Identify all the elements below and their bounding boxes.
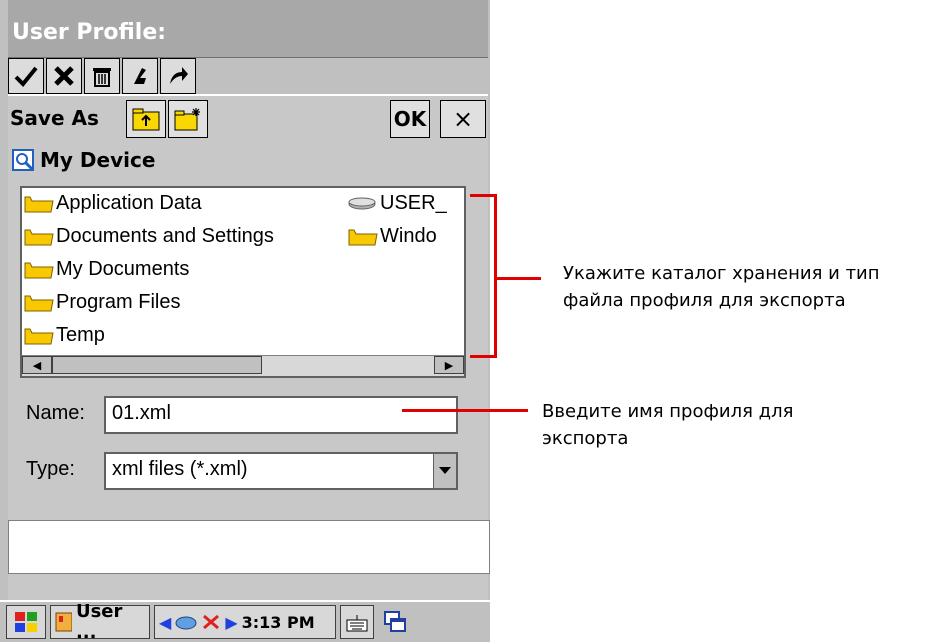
folder-item[interactable]: Documents and Settings bbox=[24, 225, 274, 248]
device-screen: User Profile: Save As OK × My Device App… bbox=[0, 0, 490, 642]
new-folder-button[interactable] bbox=[168, 100, 208, 138]
folder-up-icon bbox=[132, 108, 160, 131]
desktop-button[interactable] bbox=[378, 605, 412, 639]
type-value: xml files (*.xml) bbox=[112, 458, 248, 480]
bracket-pointer bbox=[497, 277, 541, 280]
folder-item-label: Documents and Settings bbox=[56, 225, 274, 247]
task-label: User ... bbox=[75, 601, 123, 642]
folder-up-button[interactable] bbox=[126, 100, 166, 138]
location-bar: My Device bbox=[12, 148, 155, 172]
file-list: Application Data Documents and Settings … bbox=[20, 186, 466, 378]
bracket-top bbox=[470, 194, 494, 197]
drive-item[interactable]: USER_ bbox=[348, 192, 447, 215]
delete-icon[interactable] bbox=[84, 58, 120, 94]
location-label: My Device bbox=[40, 148, 156, 172]
folder-item[interactable]: My Documents bbox=[24, 258, 189, 281]
folder-icon bbox=[24, 262, 54, 278]
check-icon[interactable] bbox=[8, 58, 44, 94]
chevron-down-icon[interactable] bbox=[433, 454, 456, 488]
folder-icon bbox=[24, 328, 54, 344]
dialog-header: Save As OK × bbox=[8, 96, 488, 142]
windows-stack-icon bbox=[384, 611, 406, 632]
name-pointer-line bbox=[402, 409, 528, 412]
keyboard-button[interactable] bbox=[340, 605, 374, 639]
import-icon[interactable] bbox=[122, 58, 158, 94]
input-panel-area bbox=[8, 520, 490, 574]
folder-icon bbox=[24, 229, 54, 245]
name-input[interactable]: 01.xml bbox=[104, 396, 458, 434]
disconnected-icon[interactable] bbox=[201, 613, 221, 631]
start-button[interactable] bbox=[6, 605, 46, 639]
tray-right-arrow-icon[interactable]: ▶ bbox=[225, 613, 237, 632]
taskbar: User ... ◀ ▶ 3:13 PM bbox=[0, 600, 490, 642]
new-folder-icon bbox=[174, 108, 200, 131]
app-icon bbox=[55, 612, 72, 632]
folder-item-label: Windo bbox=[380, 225, 437, 247]
folder-item[interactable]: Application Data bbox=[24, 192, 202, 215]
my-device-icon bbox=[12, 149, 34, 171]
scroll-thumb[interactable] bbox=[52, 356, 262, 374]
toolbar bbox=[8, 58, 198, 94]
folder-icon bbox=[348, 229, 378, 245]
folder-annotation: Укажите каталог хранения и тип файла про… bbox=[563, 263, 880, 311]
system-tray: ◀ ▶ 3:13 PM bbox=[154, 605, 336, 639]
bracket-bottom bbox=[470, 355, 494, 358]
network-icon[interactable] bbox=[175, 613, 197, 631]
close-icon[interactable] bbox=[46, 58, 82, 94]
export-icon[interactable] bbox=[160, 58, 196, 94]
dialog-title: Save As bbox=[10, 106, 99, 130]
folder-item-label: Application Data bbox=[56, 192, 202, 214]
folder-icon bbox=[24, 295, 54, 311]
scroll-left-icon[interactable]: ◀ bbox=[22, 356, 52, 374]
folder-item[interactable]: Windo bbox=[348, 225, 437, 248]
clock[interactable]: 3:13 PM bbox=[242, 613, 315, 632]
close-dialog-button[interactable]: × bbox=[440, 100, 486, 138]
window-title: User Profile: bbox=[8, 0, 488, 58]
horizontal-scrollbar[interactable]: ◀ ▶ bbox=[22, 355, 464, 376]
task-user-profile[interactable]: User ... bbox=[50, 601, 150, 642]
drive-icon bbox=[348, 197, 376, 209]
scroll-right-icon[interactable]: ▶ bbox=[434, 356, 464, 374]
drive-item-label: USER_ bbox=[380, 192, 447, 214]
folder-item-label: Temp bbox=[56, 324, 105, 346]
folder-item[interactable]: Program Files bbox=[24, 291, 180, 314]
tray-left-arrow-icon[interactable]: ◀ bbox=[159, 613, 171, 632]
windows-flag-icon bbox=[15, 612, 37, 632]
bracket-vertical bbox=[494, 194, 497, 358]
folder-item[interactable]: Temp bbox=[24, 324, 105, 347]
folder-item-label: My Documents bbox=[56, 258, 190, 280]
name-annotation: Введите имя профиля для экспорта bbox=[542, 401, 794, 449]
keyboard-icon bbox=[346, 615, 368, 632]
ok-button[interactable]: OK bbox=[390, 100, 430, 138]
type-label: Type: bbox=[26, 458, 75, 480]
folder-item-label: Program Files bbox=[56, 291, 181, 313]
type-select[interactable]: xml files (*.xml) bbox=[104, 452, 458, 490]
folder-icon bbox=[24, 196, 54, 212]
name-label: Name: bbox=[26, 402, 85, 424]
